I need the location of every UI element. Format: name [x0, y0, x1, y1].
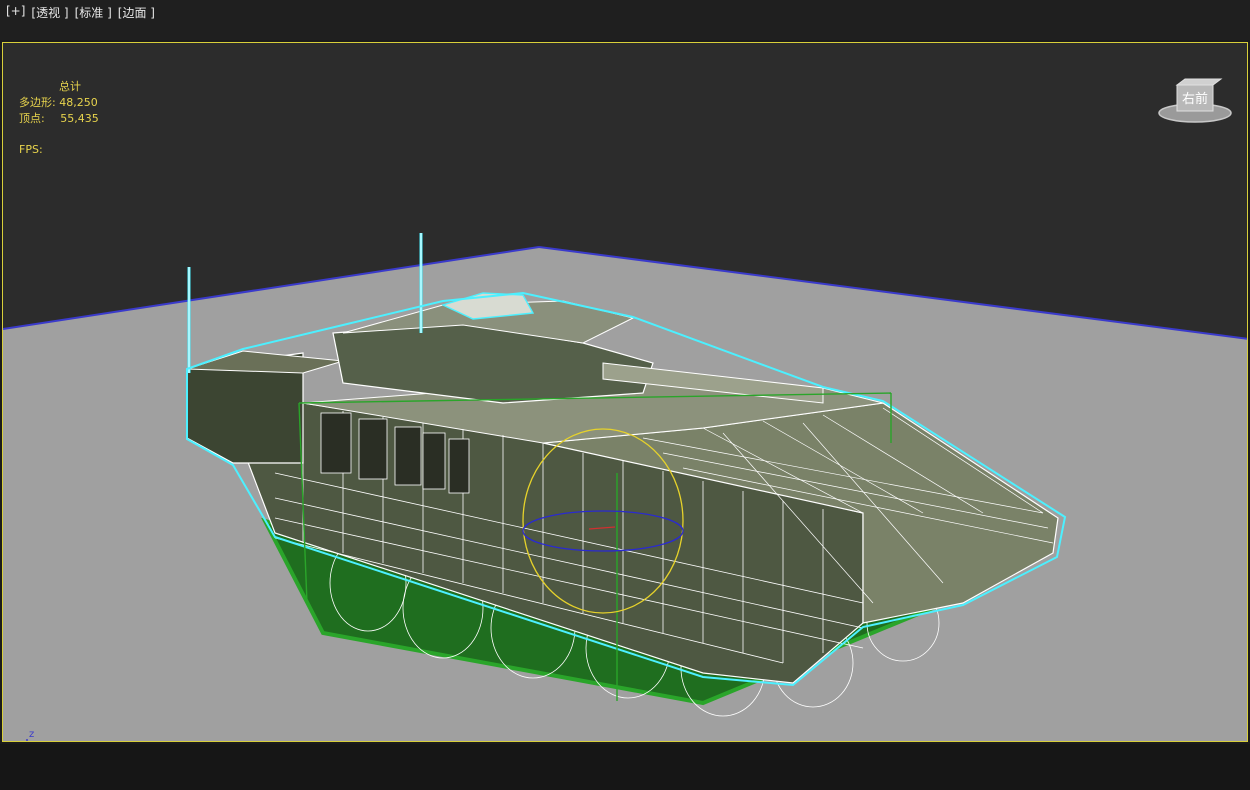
viewport-display-edged-faces[interactable]: [边面 ] [118, 4, 155, 21]
axis-labels: z x y [29, 729, 34, 740]
axis-z-label: z [29, 729, 34, 740]
viewport-view-perspective[interactable]: [透视 ] [31, 4, 68, 21]
viewport-shading-standard[interactable]: [标准 ] [75, 4, 112, 21]
viewport-header [0, 0, 1250, 40]
viewcube-label: 右前 [1182, 91, 1208, 107]
viewport-scene [3, 233, 1247, 741]
viewport-footer [0, 744, 1250, 790]
viewcube-icon[interactable]: 右前 [1157, 77, 1233, 125]
viewport-menu-plus[interactable]: [+] [6, 4, 25, 21]
perspective-viewport[interactable]: 总计 多边形: 48,250 顶点: 55,435 FPS: 右前 z x y [2, 42, 1248, 742]
viewport-labels: [+] [透视 ] [标准 ] [边面 ] [6, 4, 155, 21]
stats-total-title: 总计 [59, 80, 81, 93]
stats-polygons-value: 48,250 [59, 96, 98, 109]
stats-vertices-value: 55,435 [60, 112, 99, 125]
